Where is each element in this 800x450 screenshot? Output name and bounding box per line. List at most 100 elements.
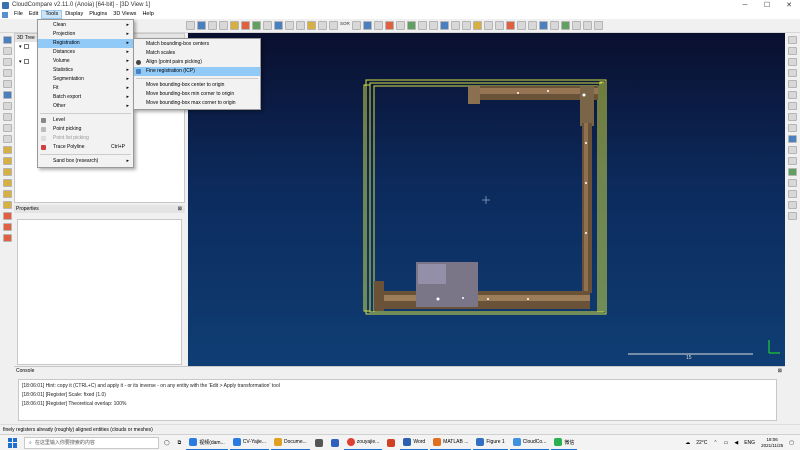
clock[interactable]: 18:06 2021/11/25 — [761, 437, 783, 449]
toolbar-icon[interactable] — [788, 212, 797, 220]
volume-icon[interactable]: ◀ — [734, 440, 738, 446]
properties-close-button[interactable]: ⊠ — [178, 205, 182, 213]
toolbar-button[interactable] — [263, 21, 272, 30]
view-icon[interactable] — [2, 47, 12, 55]
toolbar-button[interactable] — [395, 21, 405, 30]
menu-help[interactable]: Help — [139, 10, 156, 19]
toolbar-button[interactable] — [318, 21, 327, 30]
view-icon[interactable] — [2, 69, 12, 77]
toolbar-button[interactable] — [582, 21, 592, 30]
windows-start-icon[interactable] — [8, 437, 18, 448]
toolbar-button[interactable] — [538, 21, 548, 30]
menu-item-trace-polyline[interactable]: Trace Polyline Ctrl+P — [38, 143, 133, 152]
menu-item-fit[interactable]: Fit ▸ — [38, 84, 133, 93]
language-indicator[interactable]: ENG — [744, 440, 755, 446]
task-view-button[interactable]: ⧉ — [175, 436, 185, 450]
view-icon[interactable] — [2, 124, 12, 132]
toolbar-button[interactable] — [307, 21, 316, 30]
weather-icon[interactable]: ☁ — [685, 440, 690, 446]
zoom-icon[interactable] — [788, 36, 797, 44]
toolbar-button[interactable] — [461, 21, 471, 30]
toolbar-button[interactable] — [296, 21, 305, 30]
tray-up-icon[interactable]: ⌃ — [713, 440, 717, 446]
toolbar-button[interactable] — [241, 21, 250, 30]
maximize-button[interactable]: ☐ — [756, 1, 778, 9]
menu-edit[interactable]: Edit — [26, 10, 41, 19]
toolbar-button[interactable] — [439, 21, 449, 30]
notification-icon[interactable]: ▢ — [789, 440, 794, 446]
toolbar-button[interactable] — [494, 21, 504, 30]
menu-item-clean[interactable]: Clean ▸ — [38, 21, 133, 30]
toolbar-button[interactable] — [274, 21, 283, 30]
view-icon[interactable] — [2, 91, 12, 99]
menu-3d-views[interactable]: 3D Views — [110, 10, 139, 19]
view-icon[interactable] — [2, 113, 12, 121]
view-icon[interactable] — [2, 179, 12, 187]
menu-item-move-bbox-min[interactable]: Move bounding-box min corner to origin — [134, 90, 260, 99]
toolbar-button[interactable] — [373, 21, 383, 30]
view-icon[interactable] — [2, 146, 12, 154]
taskbar-app[interactable] — [384, 436, 398, 450]
toolbar-button[interactable] — [505, 21, 515, 30]
toolbar-button[interactable] — [417, 21, 427, 30]
toolbar-icon[interactable] — [788, 91, 797, 99]
toolbar-button[interactable] — [285, 21, 294, 30]
menu-item-distances[interactable]: Distances ▸ — [38, 48, 133, 57]
toolbar-icon[interactable] — [788, 168, 797, 176]
menu-item-other[interactable]: Other ▸ — [38, 102, 133, 111]
menu-item-move-bbox-max[interactable]: Move bounding-box max corner to origin — [134, 99, 260, 108]
toolbar-button[interactable] — [362, 21, 372, 30]
menu-file[interactable]: File — [11, 10, 26, 19]
toolbar-button[interactable] — [230, 21, 239, 30]
toolbar-icon[interactable] — [788, 80, 797, 88]
menu-item-point-list-picking[interactable]: Point list picking — [38, 134, 133, 143]
toolbar-button[interactable] — [516, 21, 526, 30]
taskbar-app[interactable] — [328, 436, 342, 450]
toolbar-button[interactable] — [329, 21, 338, 30]
view-icon[interactable] — [2, 234, 12, 242]
toolbar-button[interactable] — [571, 21, 581, 30]
toolbar-button[interactable] — [472, 21, 482, 30]
taskbar-app[interactable]: zouyajie... — [343, 436, 383, 450]
view-icon[interactable] — [2, 223, 12, 231]
menu-item-match-bbox-centers[interactable]: Match bounding-box centers — [134, 40, 260, 49]
taskbar-app[interactable] — [312, 436, 326, 450]
toolbar-icon[interactable] — [788, 124, 797, 132]
toolbar-icon[interactable] — [788, 157, 797, 165]
menu-item-segmentation[interactable]: Segmentation ▸ — [38, 75, 133, 84]
visibility-checkbox[interactable] — [23, 59, 29, 64]
menu-item-fine-registration-icp[interactable]: Fine registration (ICP) — [134, 67, 260, 76]
toolbar-icon[interactable] — [788, 146, 797, 154]
toolbar-button[interactable] — [406, 21, 416, 30]
menu-item-match-scales[interactable]: Match scales — [134, 49, 260, 58]
menu-item-projection[interactable]: Projection ▸ — [38, 30, 133, 39]
3d-view[interactable]: 15 — [188, 33, 785, 366]
weather-text[interactable]: 22°C — [696, 440, 707, 446]
menu-item-align-point-pairs[interactable]: Align (point pairs picking) — [134, 58, 260, 67]
task-view-icon[interactable]: ◯ — [161, 436, 173, 450]
toolbar-icon[interactable] — [788, 69, 797, 77]
toolbar-button[interactable] — [186, 21, 195, 30]
view-icon[interactable] — [2, 212, 12, 220]
menu-item-level[interactable]: Level — [38, 116, 133, 125]
view-icon[interactable] — [2, 157, 12, 165]
view-icon[interactable] — [2, 80, 12, 88]
visibility-checkbox[interactable] — [23, 44, 29, 49]
menu-item-move-bbox-center[interactable]: Move bounding-box center to origin — [134, 81, 260, 90]
north-icon[interactable] — [788, 135, 797, 143]
taskbar-app[interactable]: 视频(dam... — [186, 436, 228, 450]
toolbar-button[interactable] — [208, 21, 217, 30]
menu-plugins[interactable]: Plugins — [86, 10, 110, 19]
toolbar-icon[interactable] — [788, 179, 797, 187]
compass-icon[interactable] — [788, 113, 797, 121]
toolbar-button[interactable] — [197, 21, 206, 30]
toolbar-button[interactable] — [351, 21, 361, 30]
toolbar-button[interactable] — [219, 21, 228, 30]
taskbar-app[interactable]: 微信 — [551, 436, 578, 450]
taskbar-app[interactable]: Figure 1 — [473, 436, 508, 450]
view-icon[interactable] — [2, 36, 12, 44]
toolbar-button[interactable] — [428, 21, 438, 30]
taskbar-app[interactable]: Word — [400, 436, 429, 450]
toolbar-icon[interactable] — [788, 102, 797, 110]
expand-icon[interactable]: ▾ — [19, 44, 22, 50]
